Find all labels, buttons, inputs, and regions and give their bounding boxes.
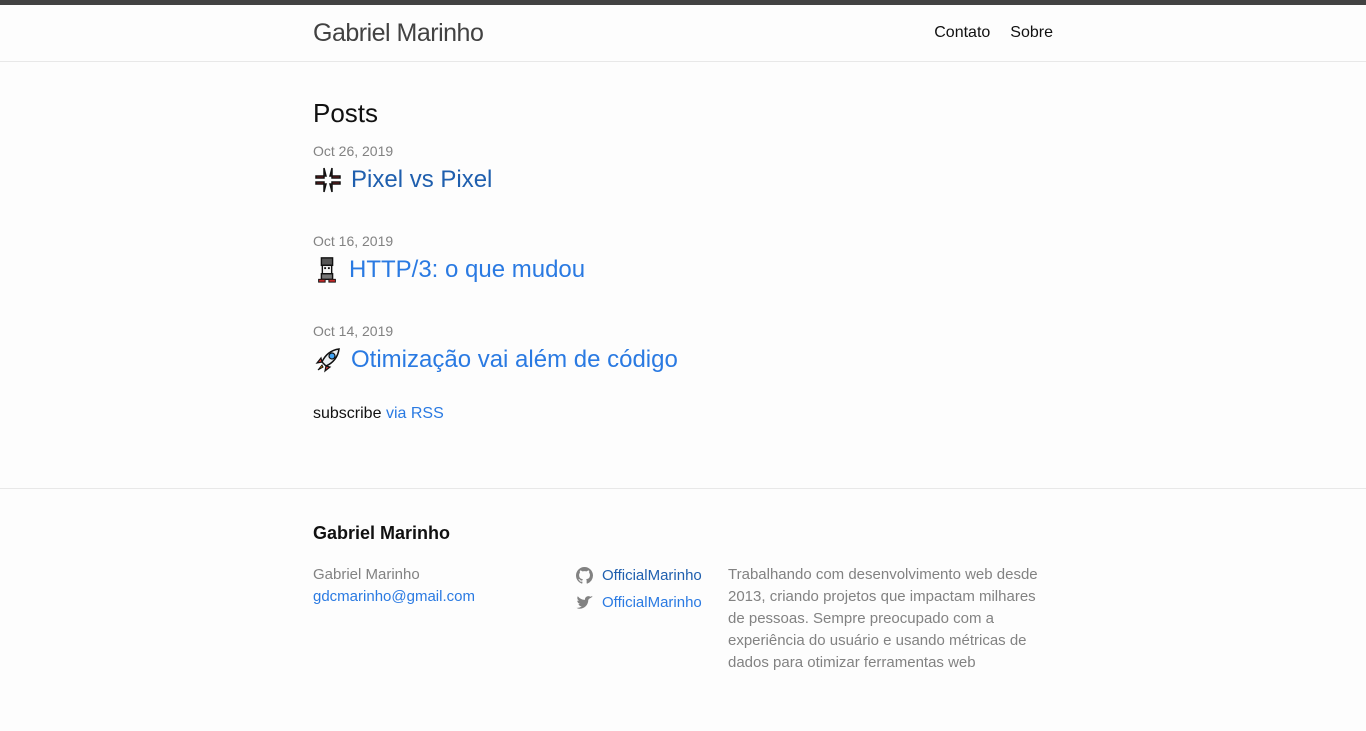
main-content: Posts Oct 26, 2019 Pixel vs Pixel Oct 16… [313,62,1053,423]
nav-link-contato[interactable]: Contato [934,24,990,42]
site-header: Gabriel Marinho Contato Sobre [0,5,1366,62]
post-title: Pixel vs Pixel [351,166,493,193]
post-link[interactable]: Pixel vs Pixel [313,165,1053,195]
nav-link-sobre[interactable]: Sobre [1010,24,1053,42]
footer-name: Gabriel Marinho [313,566,420,583]
subscribe-line: subscribe via RSS [313,405,1053,423]
post-item: Oct 14, 2019 Otimização vai além de códi… [313,323,1053,413]
post-date: Oct 16, 2019 [313,233,394,249]
twitter-row: OfficialMarinho [576,589,702,616]
github-link[interactable]: OfficialMarinho [602,567,702,584]
post-item: Oct 16, 2019 HTTP/3: o que mudou [313,233,1053,323]
site-title-link[interactable]: Gabriel Marinho [313,19,484,48]
anger-emoji-icon [315,167,341,193]
rss-link[interactable]: via RSS [386,405,444,422]
github-row: OfficialMarinho [576,562,702,589]
post-list: Oct 26, 2019 Pixel vs Pixel Oct 16, 2019 [313,143,1053,413]
twitter-link[interactable]: OfficialMarinho [602,594,702,611]
footer-description: Trabalhando com desenvolvimento web desd… [728,566,1038,671]
twitter-icon [576,595,593,609]
post-item: Oct 26, 2019 Pixel vs Pixel [313,143,1053,233]
site-footer: Gabriel Marinho Gabriel Marinho gdcmarin… [0,488,1366,731]
post-link[interactable]: Otimização vai além de código [313,345,1053,375]
rocket-emoji-icon [315,348,340,373]
footer-social: OfficialMarinho OfficialMarinho [576,562,702,616]
post-link[interactable]: HTTP/3: o que mudou [313,255,1053,285]
site-nav: Contato Sobre [934,24,1053,42]
subscribe-text: subscribe [313,405,382,422]
footer-heading: Gabriel Marinho [313,523,451,543]
post-date: Oct 26, 2019 [313,143,394,159]
footer-contact: Gabriel Marinho gdcmarinho@gmail.com [313,564,475,608]
page-heading: Posts [313,98,379,128]
post-date: Oct 14, 2019 [313,323,394,339]
post-title: HTTP/3: o que mudou [349,256,586,283]
footer-email-link[interactable]: gdcmarinho@gmail.com [313,588,475,605]
post-title: Otimização vai além de código [351,346,678,373]
sheriff-robot-emoji-icon [318,257,336,283]
github-icon [576,567,593,584]
